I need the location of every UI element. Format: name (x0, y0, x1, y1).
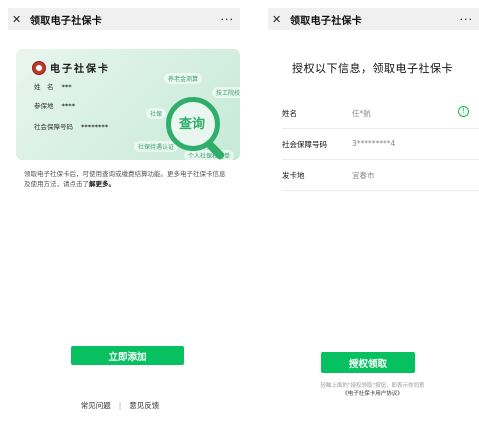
info-row-name: 姓名 任*航 ! (282, 98, 479, 129)
card-query-label: 查询 (179, 117, 206, 132)
card-row-region: 参保地 **** (34, 100, 75, 110)
card-logo-icon (32, 61, 46, 75)
feedback-link[interactable]: 意见反馈 (129, 401, 159, 410)
card-row-value: *** (61, 83, 72, 91)
card-tag: 社保 (146, 108, 167, 119)
card-tag: 养老金测算 (164, 73, 203, 84)
info-value: 任*航 (352, 109, 371, 118)
footer-separator: | (118, 401, 122, 410)
card-row-ssn: 社会保障号码 ******** (34, 121, 108, 131)
card-row-label: 社会保障号码 (34, 123, 73, 131)
card-row-label: 姓 名 (34, 83, 54, 91)
right-topbar: ✕ 领取电子社保卡 ··· (268, 8, 479, 30)
user-agreement-link[interactable]: 《电子社保卡用户协议》 (266, 390, 479, 398)
info-value: 宜春市 (352, 171, 375, 180)
card-brand: 电子社保卡 (50, 64, 110, 75)
page-title: 领取电子社保卡 (290, 15, 363, 27)
info-icon[interactable]: ! (458, 106, 469, 117)
info-label: 姓名 (282, 109, 297, 118)
authorization-info-list: 姓名 任*航 ! 社会保障号码 3*********4 发卡地 宜春市 (282, 98, 479, 191)
card-row-value: ******** (81, 123, 109, 131)
close-icon[interactable]: ✕ (12, 13, 26, 26)
card-description: 领取电子社保卡后，可使用查询或缴费结算功能。更多电子社保卡信息及使用方法，请点击… (24, 169, 230, 189)
info-value: 3*********4 (352, 139, 396, 148)
card-tag: 技工院校 (212, 87, 240, 98)
agreement-note: 轻触上面的"授权领取"按钮，即表示你同意 《电子社保卡用户协议》 (266, 382, 479, 398)
info-row-ssn: 社会保障号码 3*********4 (282, 129, 479, 160)
agreement-note-text: 轻触上面的"授权领取"按钮，即表示你同意 (320, 383, 425, 389)
card-row-value: **** (61, 102, 76, 110)
close-icon[interactable]: ✕ (272, 13, 286, 26)
info-row-issuer: 发卡地 宜春市 (282, 160, 479, 191)
more-menu-button[interactable]: ··· (460, 13, 474, 26)
info-label: 社会保障号码 (282, 140, 327, 149)
footer-links: 常见问题 | 意见反馈 (0, 400, 240, 411)
learn-more-link[interactable]: 解更多。 (89, 180, 115, 188)
left-panel: ✕ 领取电子社保卡 ··· 电子社保卡 姓 名 *** 参保地 **** 社会保障号… (0, 0, 240, 423)
info-label: 发卡地 (282, 171, 305, 180)
card-row-name: 姓 名 *** (34, 81, 72, 91)
social-security-card: 电子社保卡 姓 名 *** 参保地 **** 社会保障号码 ******** 养老金测… (16, 49, 240, 160)
card-row-label: 参保地 (34, 102, 54, 110)
page-title: 领取电子社保卡 (30, 15, 103, 27)
faq-link[interactable]: 常见问题 (81, 401, 111, 410)
card-tag: 个人社保权益单 (184, 150, 235, 160)
card-tag: 社保待遇认证 (134, 141, 179, 152)
left-topbar: ✕ 领取电子社保卡 ··· (8, 8, 240, 30)
description-text: 领取电子社保卡后，可使用查询或缴费结算功能。更多电子社保卡信息及使用方法，请点击… (24, 170, 226, 188)
authorize-button[interactable]: 授权领取 (321, 352, 415, 373)
add-now-button[interactable]: 立即添加 (71, 346, 184, 365)
authorization-title: 授权以下信息，领取电子社保卡 (292, 62, 453, 75)
more-menu-button[interactable]: ··· (221, 13, 235, 26)
